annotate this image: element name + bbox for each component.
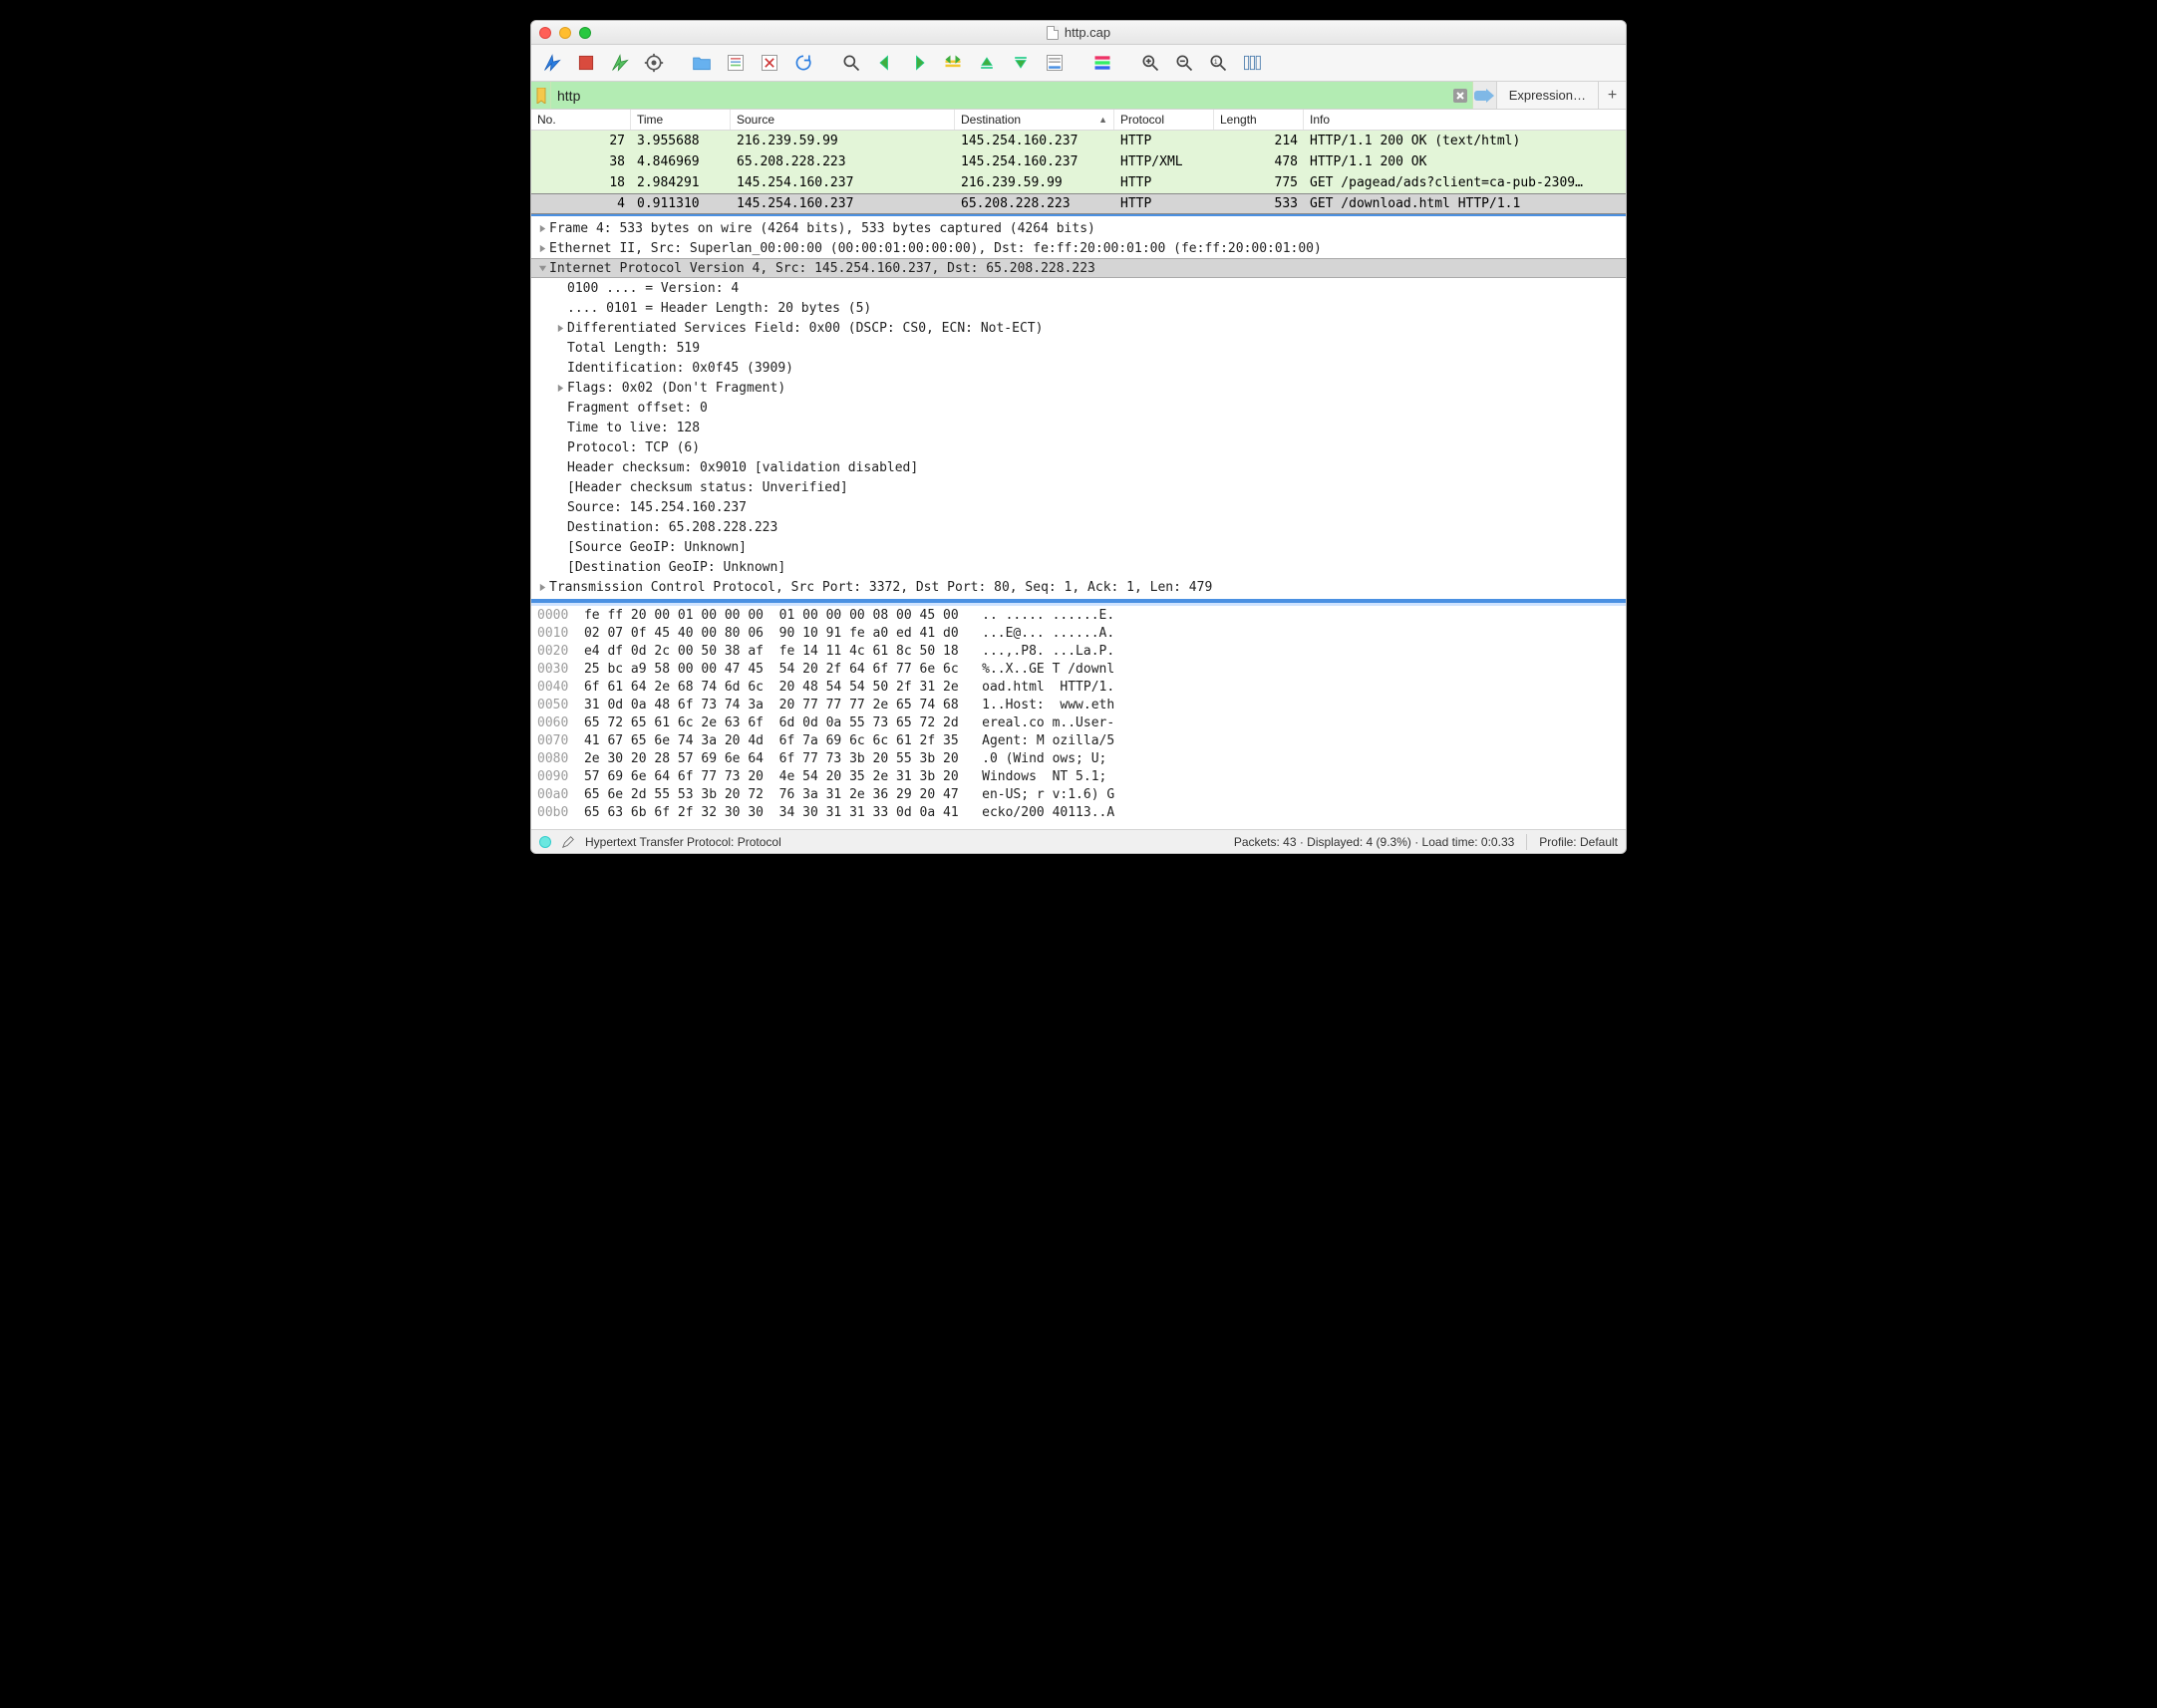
go-back-button[interactable] [870,49,900,77]
window-controls [539,27,591,39]
column-info[interactable]: Info [1304,110,1626,130]
zoom-reset-button[interactable]: 1 [1203,49,1233,77]
close-window-button[interactable] [539,27,551,39]
packet-row[interactable]: 40.911310145.254.160.23765.208.228.223HT… [531,193,1626,214]
tree-item[interactable]: [Source GeoIP: Unknown] [531,537,1626,557]
main-toolbar: 1 [531,45,1626,82]
hex-line[interactable]: 0000 fe ff 20 00 01 00 00 00 01 00 00 00… [537,608,1620,626]
column-length[interactable]: Length [1214,110,1304,130]
zoom-window-button[interactable] [579,27,591,39]
zoom-out-button[interactable] [1169,49,1199,77]
column-protocol[interactable]: Protocol [1114,110,1214,130]
column-destination[interactable]: Destination▲ [955,110,1114,130]
packet-details-pane[interactable]: Frame 4: 533 bytes on wire (4264 bits), … [531,216,1626,602]
hex-line[interactable]: 0070 41 67 65 6e 74 3a 20 4d 6f 7a 69 6c… [537,733,1620,751]
tree-item[interactable]: .... 0101 = Header Length: 20 bytes (5) [531,298,1626,318]
svg-text:1: 1 [1214,59,1218,66]
display-filter-bar: Expression… + [531,82,1626,110]
tree-item[interactable]: [Header checksum status: Unverified] [531,477,1626,497]
disclosure-arrow-icon[interactable] [535,224,549,233]
hex-line[interactable]: 00b0 65 63 6b 6f 2f 32 30 30 34 30 31 31… [537,805,1620,823]
go-forward-button[interactable] [904,49,934,77]
packet-row[interactable]: 273.955688216.239.59.99145.254.160.237HT… [531,131,1626,151]
tree-item[interactable]: Differentiated Services Field: 0x00 (DSC… [531,318,1626,338]
packet-list-header[interactable]: No. Time Source Destination▲ Protocol Le… [531,110,1626,131]
packet-list-pane: No. Time Source Destination▲ Protocol Le… [531,110,1626,216]
stop-capture-button[interactable] [571,49,601,77]
restart-capture-button[interactable] [605,49,635,77]
go-to-packet-button[interactable] [938,49,968,77]
hex-line[interactable]: 0010 02 07 0f 45 40 00 80 06 90 10 91 fe… [537,626,1620,644]
tree-item[interactable]: Total Length: 519 [531,338,1626,358]
column-no[interactable]: No. [531,110,631,130]
status-packet-counts: Packets: 43 · Displayed: 4 (9.3%) · Load… [1234,835,1514,849]
expert-info-button[interactable] [539,836,551,848]
open-file-button[interactable] [687,49,717,77]
go-first-button[interactable] [972,49,1002,77]
hex-line[interactable]: 0060 65 72 65 61 6c 2e 63 6f 6d 0d 0a 55… [537,715,1620,733]
titlebar: http.cap [531,21,1626,45]
hex-line[interactable]: 00a0 65 6e 2d 55 53 3b 20 72 76 3a 31 2e… [537,787,1620,805]
tree-item[interactable]: Internet Protocol Version 4, Src: 145.25… [531,258,1626,278]
minimize-window-button[interactable] [559,27,571,39]
packet-row[interactable]: 182.984291145.254.160.237216.239.59.99HT… [531,172,1626,193]
resize-columns-button[interactable] [1237,49,1267,77]
disclosure-arrow-icon[interactable] [553,324,567,333]
hex-line[interactable]: 0090 57 69 6e 64 6f 77 73 20 4e 54 20 35… [537,769,1620,787]
apply-filter-button[interactable] [1472,82,1496,109]
hex-line[interactable]: 0020 e4 df 0d 2c 00 50 38 af fe 14 11 4c… [537,644,1620,662]
hex-line[interactable]: 0080 2e 30 20 28 57 69 6e 64 6f 77 73 3b… [537,751,1620,769]
tree-item[interactable]: Flags: 0x02 (Don't Fragment) [531,378,1626,398]
tree-item[interactable]: Protocol: TCP (6) [531,437,1626,457]
edit-icon[interactable] [561,835,575,849]
tree-item[interactable]: Destination: 65.208.228.223 [531,517,1626,537]
column-time[interactable]: Time [631,110,731,130]
tree-item[interactable]: Fragment offset: 0 [531,398,1626,418]
hex-line[interactable]: 0050 31 0d 0a 48 6f 73 74 3a 20 77 77 77… [537,698,1620,715]
status-field-info: Hypertext Transfer Protocol: Protocol [585,835,781,849]
zoom-in-button[interactable] [1135,49,1165,77]
find-packet-button[interactable] [836,49,866,77]
disclosure-arrow-icon[interactable] [535,244,549,253]
expression-button[interactable]: Expression… [1496,82,1598,109]
auto-scroll-button[interactable] [1040,49,1070,77]
add-filter-button[interactable]: + [1598,82,1626,109]
hex-line[interactable]: 0040 6f 61 64 2e 68 74 6d 6c 20 48 54 54… [537,680,1620,698]
disclosure-arrow-icon[interactable] [535,583,549,592]
close-file-button[interactable] [755,49,784,77]
app-window: http.cap 1 [530,20,1627,854]
tree-item[interactable]: Identification: 0x0f45 (3909) [531,358,1626,378]
tree-item[interactable]: [Destination GeoIP: Unknown] [531,557,1626,577]
disclosure-arrow-icon[interactable] [553,384,567,393]
hex-line[interactable]: 0030 25 bc a9 58 00 00 47 45 54 20 2f 64… [537,662,1620,680]
clear-filter-button[interactable] [1448,82,1472,109]
tree-item[interactable]: 0100 .... = Version: 4 [531,278,1626,298]
status-profile[interactable]: Profile: Default [1539,835,1618,849]
status-bar: Hypertext Transfer Protocol: Protocol Pa… [531,829,1626,853]
tree-item[interactable]: Ethernet II, Src: Superlan_00:00:00 (00:… [531,238,1626,258]
capture-options-button[interactable] [639,49,669,77]
packet-row[interactable]: 384.84696965.208.228.223145.254.160.237H… [531,151,1626,172]
filter-bookmark-button[interactable] [531,82,551,109]
reload-file-button[interactable] [788,49,818,77]
window-title: http.cap [1065,25,1110,40]
colorize-button[interactable] [1087,49,1117,77]
tree-item[interactable]: Frame 4: 533 bytes on wire (4264 bits), … [531,218,1626,238]
tree-item[interactable]: Source: 145.254.160.237 [531,497,1626,517]
tree-item[interactable]: Transmission Control Protocol, Src Port:… [531,577,1626,597]
column-source[interactable]: Source [731,110,955,130]
document-icon [1047,26,1059,40]
sort-asc-icon: ▲ [1098,115,1107,125]
disclosure-arrow-icon[interactable] [535,264,549,273]
packet-bytes-pane[interactable]: 0000 fe ff 20 00 01 00 00 00 01 00 00 00… [531,606,1626,829]
save-file-button[interactable] [721,49,751,77]
tree-item[interactable]: Header checksum: 0x9010 [validation disa… [531,457,1626,477]
go-last-button[interactable] [1006,49,1036,77]
start-capture-button[interactable] [537,49,567,77]
display-filter-input[interactable] [551,82,1448,109]
tree-item[interactable]: Time to live: 128 [531,418,1626,437]
